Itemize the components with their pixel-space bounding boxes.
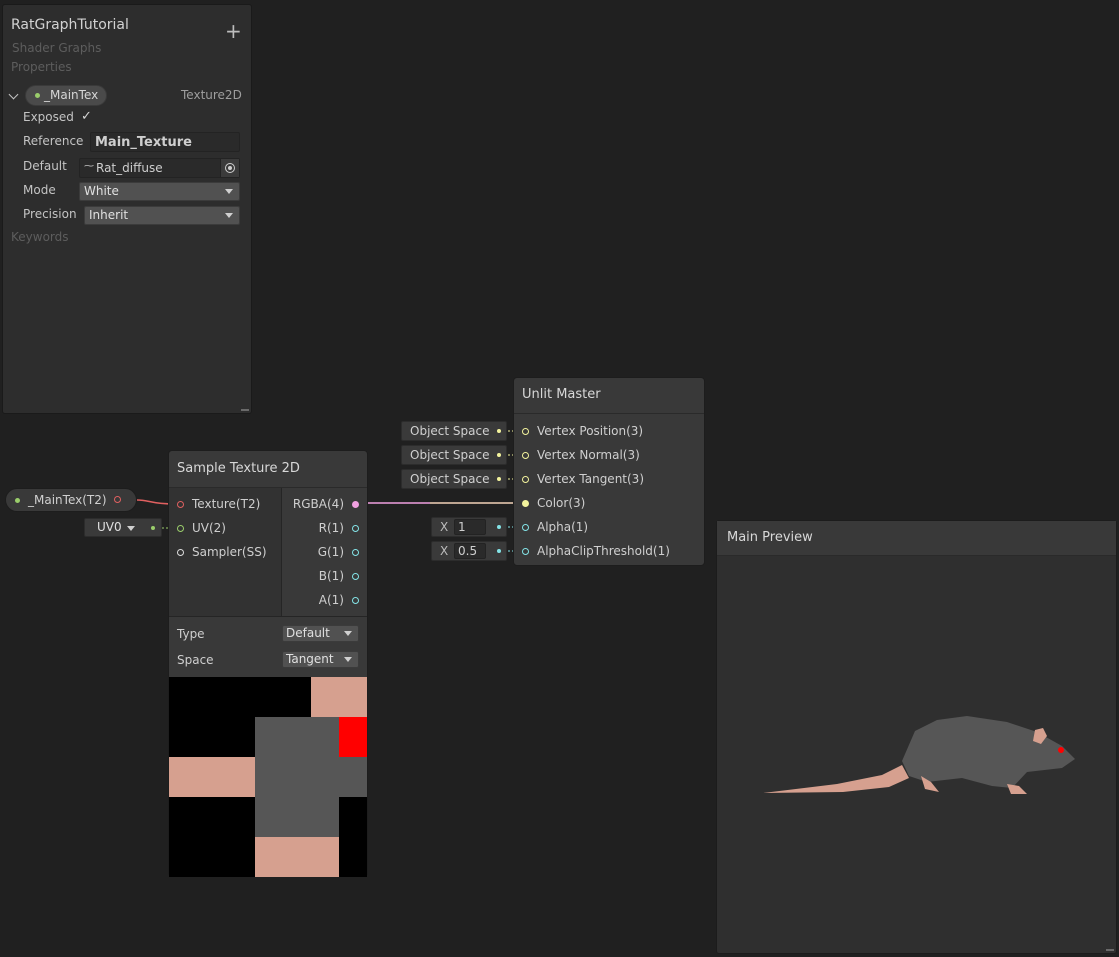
type-label: Type xyxy=(177,627,205,641)
input-port-vertex-normal[interactable] xyxy=(522,452,529,459)
chip-label: Object Space xyxy=(410,448,490,462)
chevron-down-icon xyxy=(344,657,352,662)
plus-icon[interactable]: + xyxy=(225,21,242,41)
main-preview-title: Main Preview xyxy=(727,530,813,545)
chip-label: Object Space xyxy=(410,472,490,486)
port-dot-icon xyxy=(497,453,501,457)
output-label-b: B(1) xyxy=(318,569,344,583)
input-label-uv: UV(2) xyxy=(192,521,226,535)
default-texture-name: Rat_diffuse xyxy=(96,161,163,175)
precision-dropdown[interactable]: Inherit xyxy=(84,206,240,225)
output-port-r[interactable] xyxy=(352,525,359,532)
properties-header: Properties xyxy=(11,60,72,74)
node-title: Unlit Master xyxy=(522,387,601,402)
output-port-rgba[interactable] xyxy=(352,501,359,508)
property-name: _MainTex xyxy=(44,88,99,102)
input-port-alpha[interactable] xyxy=(522,524,529,531)
chevron-down-icon xyxy=(344,631,352,636)
input-label-texture: Texture(T2) xyxy=(192,497,261,511)
type-dropdown[interactable]: Default xyxy=(282,625,359,642)
vertex-position-space-chip[interactable]: Object Space xyxy=(401,421,507,441)
object-picker-icon[interactable] xyxy=(220,159,239,177)
graph-subtitle: Shader Graphs xyxy=(12,41,102,55)
x-label: X xyxy=(440,520,449,534)
type-value: Default xyxy=(286,626,330,640)
chevron-down-icon[interactable] xyxy=(8,89,19,100)
port-label-alpha: Alpha(1) xyxy=(537,520,589,534)
default-texture-field[interactable]: ⁓ Rat_diffuse xyxy=(79,158,240,178)
exposed-label: Exposed xyxy=(23,110,74,124)
input-port-uv[interactable] xyxy=(177,525,184,532)
exposed-checkbox[interactable]: ✓ xyxy=(81,109,92,124)
port-dot-icon xyxy=(497,549,501,553)
vertex-normal-space-chip[interactable]: Object Space xyxy=(401,445,507,465)
output-port-a[interactable] xyxy=(352,597,359,604)
alpha-value-field[interactable]: 1 xyxy=(454,519,486,535)
property-node-label: _MainTex(T2) xyxy=(28,493,107,507)
main-preview-panel[interactable]: Main Preview xyxy=(716,520,1117,954)
output-label-g: G(1) xyxy=(317,545,344,559)
property-pill[interactable]: _MainTex xyxy=(25,85,107,106)
port-dot-icon xyxy=(151,526,155,530)
rat-model-preview xyxy=(763,716,1075,794)
texture-icon: ⁓ xyxy=(84,161,94,172)
chevron-down-icon xyxy=(225,189,233,194)
input-port-vertex-tangent[interactable] xyxy=(522,476,529,483)
default-label: Default xyxy=(23,159,67,173)
texture-preview xyxy=(169,677,367,877)
property-type: Texture2D xyxy=(181,88,242,102)
space-dropdown[interactable]: Tangent xyxy=(282,651,359,668)
input-port-sampler[interactable] xyxy=(177,549,184,556)
mode-dropdown[interactable]: White xyxy=(79,182,240,201)
output-label-r: R(1) xyxy=(318,521,344,535)
mode-value: White xyxy=(84,184,119,198)
chip-label: Object Space xyxy=(410,424,490,438)
output-port-g[interactable] xyxy=(352,549,359,556)
keywords-header: Keywords xyxy=(11,230,69,244)
reference-field[interactable]: Main_Texture xyxy=(90,132,240,152)
port-label-vertex-tangent: Vertex Tangent(3) xyxy=(537,472,644,486)
input-label-sampler: Sampler(SS) xyxy=(192,545,267,559)
sample-texture-2d-node[interactable]: Sample Texture 2D Texture(T2) UV(2) Samp… xyxy=(168,450,368,877)
port-dot-icon xyxy=(497,477,501,481)
alpha-value-chip[interactable]: X 1 xyxy=(431,517,507,537)
precision-label: Precision xyxy=(23,207,77,221)
resize-handle[interactable] xyxy=(241,409,249,411)
output-port-texture[interactable] xyxy=(114,496,121,503)
port-label-alpha-clip-threshold: AlphaClipThreshold(1) xyxy=(537,544,670,558)
reference-label: Reference xyxy=(23,134,84,148)
node-title: Sample Texture 2D xyxy=(177,461,300,476)
port-label-vertex-position: Vertex Position(3) xyxy=(537,424,644,438)
space-value: Tangent xyxy=(286,652,334,666)
vector-port-icon xyxy=(35,93,40,98)
input-port-alpha-clip-threshold[interactable] xyxy=(522,548,529,555)
graph-title: RatGraphTutorial xyxy=(11,17,129,33)
unlit-master-node[interactable]: Unlit Master Vertex Position(3) Vertex N… xyxy=(513,377,705,566)
output-label-rgba: RGBA(4) xyxy=(292,497,344,511)
alpha-clip-value-field[interactable]: 0.5 xyxy=(454,543,486,559)
resize-handle[interactable] xyxy=(1106,949,1114,951)
chevron-down-icon xyxy=(225,213,233,218)
input-port-color[interactable] xyxy=(522,500,529,507)
vector-port-icon xyxy=(15,498,20,503)
x-label: X xyxy=(440,544,449,558)
uv-channel-value: UV0 xyxy=(97,520,122,534)
property-node-maintex[interactable]: _MainTex(T2) xyxy=(5,488,137,512)
precision-value: Inherit xyxy=(89,208,129,222)
input-port-vertex-position[interactable] xyxy=(522,428,529,435)
blackboard-panel: RatGraphTutorial Shader Graphs + Propert… xyxy=(2,4,252,414)
port-dot-icon xyxy=(497,525,501,529)
port-dot-icon xyxy=(497,429,501,433)
alpha-clip-value-chip[interactable]: X 0.5 xyxy=(431,541,507,561)
vertex-tangent-space-chip[interactable]: Object Space xyxy=(401,469,507,489)
space-label: Space xyxy=(177,653,214,667)
port-label-vertex-normal: Vertex Normal(3) xyxy=(537,448,640,462)
output-port-b[interactable] xyxy=(352,573,359,580)
output-label-a: A(1) xyxy=(318,593,344,607)
chevron-down-icon xyxy=(127,526,135,531)
uv-channel-dropdown[interactable]: UV0 xyxy=(84,518,162,537)
port-label-color: Color(3) xyxy=(537,496,586,510)
mode-label: Mode xyxy=(23,183,56,197)
input-port-texture[interactable] xyxy=(177,501,184,508)
